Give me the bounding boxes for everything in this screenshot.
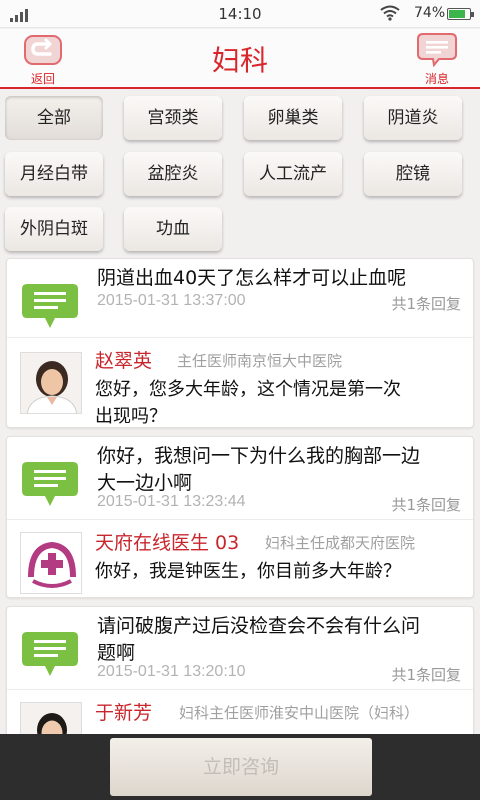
bottom-bar: 立即咨询 (0, 734, 480, 800)
message-icon (417, 33, 457, 67)
reply-count: 共1条回复 (391, 295, 461, 313)
doctor-title: 主任医师南京恒大中医院 (177, 352, 343, 370)
wifi-icon (380, 5, 400, 21)
reply-count: 共1条回复 (391, 666, 461, 684)
doctor-title: 妇科主任成都天府医院 (265, 534, 416, 552)
category-cervix[interactable]: 宫颈类 (124, 96, 222, 140)
question-list: 阴道出血40天了怎么样才可以止血呢 2015-01-31 13:37:00 共1… (0, 256, 480, 734)
doctor-name: 天府在线医生 03 (95, 532, 240, 554)
hospital-logo-icon (21, 533, 81, 593)
question-block[interactable]: 你好，我想问一下为什么我的胸部一边 大一边小啊 2015-01-31 13:23… (7, 437, 473, 519)
category-all[interactable]: 全部 (5, 96, 103, 140)
battery-icon (447, 8, 474, 20)
post-card[interactable]: 你好，我想问一下为什么我的胸部一边 大一边小啊 2015-01-31 13:23… (6, 436, 474, 598)
category-menstrual[interactable]: 月经白带 (5, 152, 103, 196)
category-vulvar[interactable]: 外阴白斑 (5, 207, 103, 251)
answer-block[interactable]: 于新芳 妇科主任医师淮安中山医院（妇科） (7, 689, 473, 734)
category-abortion[interactable]: 人工流产 (244, 152, 342, 196)
status-time: 14:10 (218, 5, 262, 23)
post-card[interactable]: 请问破腹产过后没检查会不会有什么问 题啊 2015-01-31 13:20:10… (6, 606, 474, 734)
doctor-avatar (20, 352, 82, 414)
post-card[interactable]: 阴道出血40天了怎么样才可以止血呢 2015-01-31 13:37:00 共1… (6, 258, 474, 428)
question-date: 2015-01-31 13:37:00 (97, 292, 246, 309)
answer-line: 你好，我是钟医生，你目前多大年龄？ (95, 561, 401, 582)
chat-bubble-icon (22, 284, 78, 328)
doctor-name: 赵翠英 (95, 350, 153, 372)
messages-button[interactable]: 消息 (412, 33, 462, 87)
reply-count: 共1条回复 (391, 496, 461, 514)
page-title: 妇科 (211, 44, 268, 77)
chat-bubble-icon (22, 462, 78, 506)
answer-block[interactable]: 天府在线医生 03 妇科主任成都天府医院 你好，我是钟医生，你目前多大年龄？ (7, 519, 473, 597)
messages-label: 消息 (424, 72, 449, 86)
category-vaginitis[interactable]: 阴道炎 (364, 96, 462, 140)
consult-now-button[interactable]: 立即咨询 (110, 738, 372, 796)
doctor-title: 妇科主任医师淮安中山医院（妇科） (179, 704, 420, 722)
category-grid: 全部 宫颈类 卵巢类 阴道炎 月经白带 盆腔炎 人工流产 腔镜 外阴白斑 功血 (0, 92, 480, 254)
question-date: 2015-01-31 13:20:10 (97, 663, 246, 680)
question-line: 请问破腹产过后没检查会不会有什么问 (97, 615, 421, 637)
category-endoscopy[interactable]: 腔镜 (364, 152, 462, 196)
question-block[interactable]: 请问破腹产过后没检查会不会有什么问 题啊 2015-01-31 13:20:10… (7, 607, 473, 689)
question-date: 2015-01-31 13:23:44 (97, 493, 246, 510)
answer-text: 您好，您多大年龄，这个情况是第一次 出现吗？ (95, 376, 465, 430)
question-line: 你好，我想问一下为什么我的胸部一边 (97, 445, 421, 467)
doctor-avatar (20, 532, 82, 594)
header-bar: 返回 妇科 消息 (0, 29, 480, 89)
answer-block[interactable]: 赵翠英 主任医师南京恒大中医院 您好，您多大年龄，这个情况是第一次 出现吗？ (7, 337, 473, 427)
status-bar: 14:10 74% (0, 0, 480, 28)
question-text: 请问破腹产过后没检查会不会有什么问 题啊 (97, 613, 467, 667)
doctor-avatar (20, 702, 82, 734)
question-block[interactable]: 阴道出血40天了怎么样才可以止血呢 2015-01-31 13:37:00 共1… (7, 259, 473, 337)
doctor-name: 于新芳 (95, 702, 153, 724)
answer-line: 您好，您多大年龄，这个情况是第一次 (95, 379, 401, 400)
question-line: 阴道出血40天了怎么样才可以止血呢 (97, 267, 407, 289)
chat-bubble-icon (22, 632, 78, 676)
category-bleeding[interactable]: 功血 (124, 207, 222, 251)
battery-percent: 74% (414, 5, 446, 21)
question-text: 阴道出血40天了怎么样才可以止血呢 (97, 265, 467, 292)
category-pelvic[interactable]: 盆腔炎 (124, 152, 222, 196)
category-ovary[interactable]: 卵巢类 (244, 96, 342, 140)
answer-text: 你好，我是钟医生，你目前多大年龄？ (95, 558, 465, 585)
answer-line: 出现吗？ (95, 406, 167, 427)
question-text: 你好，我想问一下为什么我的胸部一边 大一边小啊 (97, 443, 467, 497)
